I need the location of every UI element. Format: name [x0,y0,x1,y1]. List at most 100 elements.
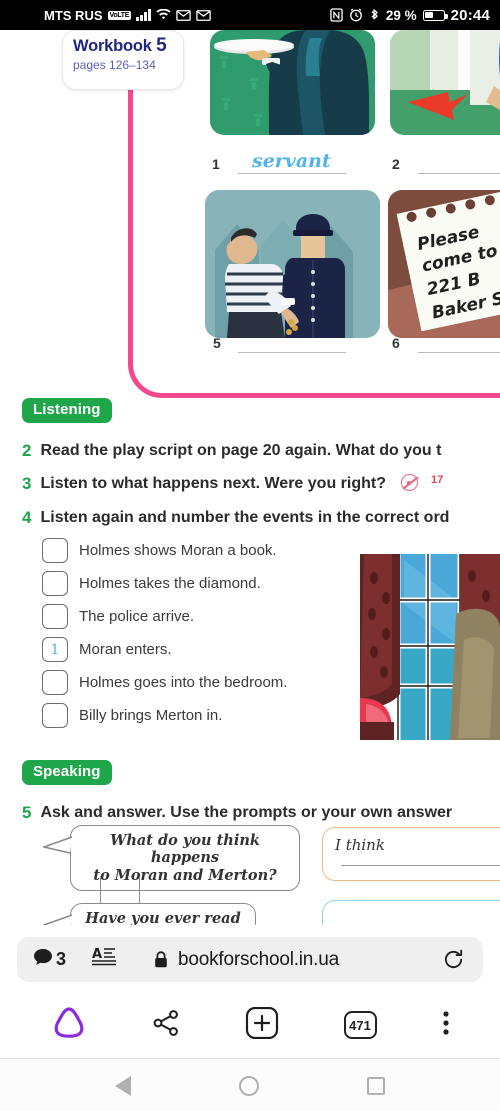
event-checkbox[interactable] [42,670,68,695]
share-icon[interactable] [152,1009,180,1041]
vocab-answer-1: servant [252,150,331,172]
exercise-5-text: Ask and answer. Use the prompts or your … [40,804,453,821]
browser-chrome: 3 A bookforschool.in.ua 471 [0,925,500,1060]
mail-icon [195,9,211,21]
url-bar[interactable]: 3 A bookforschool.in.ua [17,937,483,982]
carrier-label: MTS RUS [44,7,103,23]
exercise-3-number: 3 [22,474,32,493]
battery-icon [422,9,448,21]
svg-text:A: A [92,947,102,962]
event-label: Holmes takes the diamond. [79,575,261,592]
exercise-2-number: 2 [22,441,32,460]
vocab-image-2 [390,30,500,135]
home-icon[interactable] [239,1075,259,1096]
event-row[interactable]: The police arrive. [42,604,287,629]
section-badge-speaking: Speaking [22,760,112,785]
back-icon[interactable] [115,1075,131,1096]
lock-icon [154,951,168,968]
comments-button[interactable]: 3 [33,948,66,971]
alarm-icon [349,8,363,22]
webpage-content[interactable]: Workbook 5 pages 126–134 1 servant 2 Ple… [0,30,500,925]
workbook-tag: Workbook 5 pages 126–134 [62,30,184,90]
exercise-5-number: 5 [22,803,32,822]
event-row[interactable]: 1 Moran enters. [42,637,287,662]
reload-icon[interactable] [442,948,465,971]
event-row[interactable]: Holmes takes the diamond. [42,571,287,596]
url-text[interactable]: bookforschool.in.ua [178,949,339,971]
event-checkbox[interactable] [42,604,68,629]
browser-toolbar: 471 [0,995,500,1055]
exercise-2-text: Read the play script on page 20 again. W… [40,442,442,459]
bubble-tail-icon [41,914,73,925]
story-illustration [360,554,500,740]
workbook-number: 5 [156,35,167,56]
event-label: Holmes shows Moran a book. [79,542,277,559]
vocab-image-6: Please come to 221 B Baker Str [388,190,500,338]
status-bar: MTS RUS VoLTE 29 % 20:44 [0,0,500,30]
tab-count-button[interactable]: 471 [343,1011,377,1039]
prompt-bubble-2-line1: Have you ever read [85,910,241,925]
bluetooth-icon [369,8,380,23]
battery-percent-label: 29 % [385,7,417,23]
vocab-line-1 [238,173,346,174]
exercise-4-text: Listen again and number the events in th… [40,509,450,526]
vocab-image-1 [210,30,375,135]
event-checkbox[interactable] [42,703,68,728]
event-checkbox[interactable]: 1 [42,637,68,662]
event-label: Holmes goes into the bedroom. [79,674,288,691]
mail-icon [175,9,191,21]
answer-box-2[interactable] [322,900,500,925]
signal-bars-icon [136,9,151,21]
workbook-title: Workbook [73,37,152,55]
status-bar-left: MTS RUS VoLTE [44,8,211,23]
vocab-line-2 [418,173,500,174]
volte-badge: VoLTE [107,10,132,20]
workbook-pages: pages 126–134 [73,58,156,72]
exercise-3: 3 Listen to what happens next. Were you … [22,474,500,494]
audio-track-number: 17 [430,474,444,486]
android-nav-bar [0,1060,500,1111]
event-label: Billy brings Merton in. [79,707,223,724]
wifi-icon [156,9,171,21]
audio-cd-icon [400,474,418,491]
comment-count: 3 [56,949,67,969]
nfc-icon [330,8,343,22]
prompt-bubble-1-line1: What do you think happens [110,832,260,867]
exercise-4: 4 Listen again and number the events in … [22,508,500,528]
vocab-image-5 [205,190,380,338]
clock-label: 20:44 [450,6,490,24]
event-row[interactable]: Holmes shows Moran a book. [42,538,287,563]
vocab-number-6: 6 [392,335,400,351]
new-tab-button[interactable] [245,1006,279,1044]
event-checkbox[interactable] [42,571,68,596]
answer-box-1[interactable]: I think [322,827,500,881]
browser-logo-button[interactable] [51,1006,87,1045]
event-row[interactable]: Billy brings Merton in. [42,703,287,728]
status-bar-right: 29 % 20:44 [330,7,490,24]
answer-box-1-label: I think [335,836,385,854]
section-badge-listening: Listening [22,398,112,423]
vocab-number-5: 5 [213,335,221,351]
exercise-2: 2 Read the play script on page 20 again.… [22,441,500,461]
event-row[interactable]: Holmes goes into the bedroom. [42,670,287,695]
event-label: The police arrive. [79,608,195,625]
events-list: Holmes shows Moran a book. Holmes takes … [42,538,287,736]
vocab-number-1: 1 [212,156,220,172]
event-checkbox[interactable] [42,538,68,563]
answer-box-1-line [341,865,500,866]
event-label: Moran enters. [79,641,172,658]
vocab-number-2: 2 [392,156,400,172]
recents-icon[interactable] [367,1076,385,1095]
exercise-3-text: Listen to what happens next. Were you ri… [40,475,386,492]
vocab-line-5 [238,352,346,353]
toolbar-divider [0,1058,500,1059]
phone-screen: MTS RUS VoLTE 29 % 20:44 Workbook 5 page… [0,0,500,1111]
comment-bubble-icon [33,948,53,971]
reader-mode-icon[interactable]: A [92,946,117,973]
vocab-line-6 [418,352,500,353]
exercise-4-number: 4 [22,508,32,527]
exercise-5: 5 Ask and answer. Use the prompts or you… [22,803,500,823]
prompt-bubble-2: Have you ever read [41,903,256,925]
overflow-menu-icon[interactable] [442,1010,450,1041]
bubble-tail-icon [41,836,73,854]
